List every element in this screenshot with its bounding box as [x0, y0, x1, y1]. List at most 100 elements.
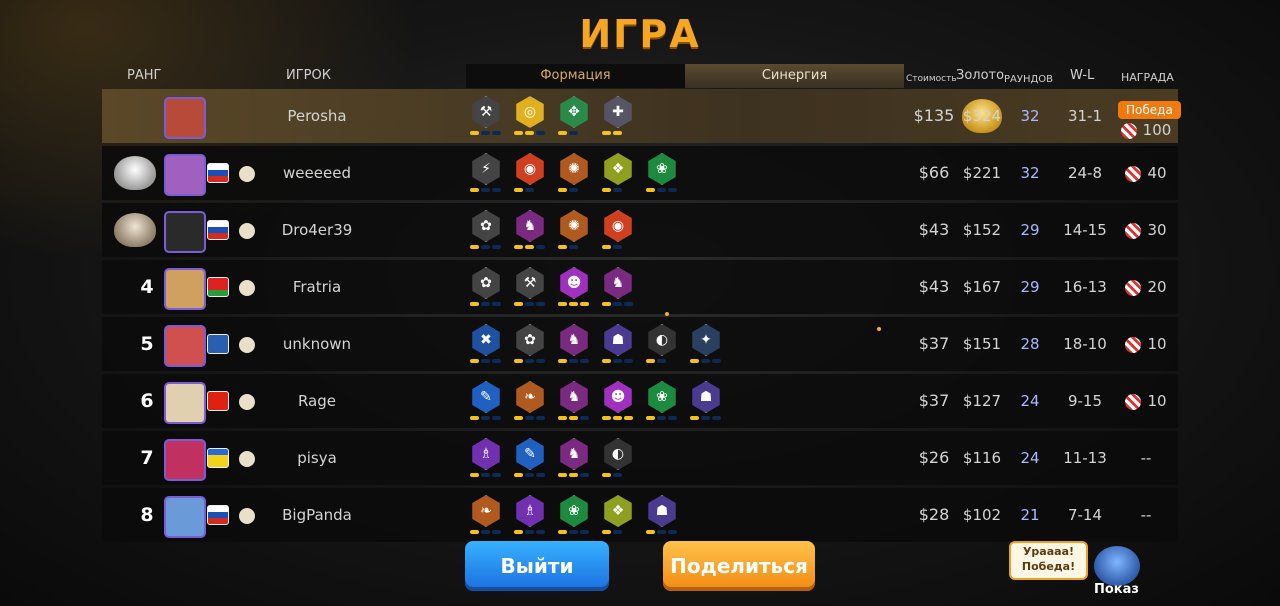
synergy-icon: ❀: [648, 381, 676, 413]
cost-value: $43: [918, 277, 950, 296]
synergy-pips: [602, 188, 634, 192]
avatar[interactable]: [164, 154, 206, 196]
tab-formation[interactable]: Формация: [466, 64, 685, 88]
avatar[interactable]: [164, 211, 206, 253]
table-row[interactable]: 5 unknown ✖ ✿ ♞ ☗ ◐ ✦ $37 $151 28 18-10 10: [102, 317, 1178, 371]
table-row[interactable]: weeeeed ⚡ ◉ ✺ ❖ ❀ $66 $221 32 24-8 40: [102, 146, 1178, 200]
synergy-badge[interactable]: ⚒: [470, 96, 502, 135]
synergy-badge[interactable]: ◐: [602, 438, 634, 477]
synergy-badge[interactable]: ❧: [470, 495, 502, 534]
synergy-badge[interactable]: ♞: [558, 438, 590, 477]
synergy-badge[interactable]: ❀: [558, 495, 590, 534]
synergy-pip: [624, 416, 633, 420]
synergy-pip: [481, 245, 490, 249]
synergy-badge[interactable]: ✥: [558, 96, 590, 135]
synergy-icon: ⚒: [516, 267, 544, 299]
player-name[interactable]: Dro4er39: [252, 203, 382, 257]
synergy-badge[interactable]: ♗: [514, 495, 546, 534]
avatar[interactable]: [164, 496, 206, 538]
speech-line-1: Урaaaa!: [1022, 545, 1075, 558]
exit-button[interactable]: Выйти: [465, 541, 609, 591]
gold-value: $152: [962, 221, 1002, 239]
show-button[interactable]: Показ: [1094, 582, 1139, 597]
synergy-badge[interactable]: ✺: [558, 210, 590, 249]
rank-number: 8: [140, 504, 154, 526]
synergy-pip: [668, 530, 677, 534]
wl-value: 9-15: [1067, 392, 1103, 410]
synergy-icon: ♗: [516, 495, 544, 527]
synergy-badge[interactable]: ◎: [514, 96, 546, 135]
synergy-pip: [569, 131, 578, 135]
table-row[interactable]: 6 Rage ✎ ❧ ♞ ☻ ❀ ☗ $37 $127 24 9-15 10: [102, 374, 1178, 428]
synergy-badge[interactable]: ✚: [602, 96, 634, 135]
synergy-badge[interactable]: ☻: [602, 381, 634, 420]
synergy-badge[interactable]: ❧: [514, 381, 546, 420]
synergy-icon: ☻: [604, 381, 632, 413]
synergy-badge[interactable]: ♗: [470, 438, 502, 477]
share-button[interactable]: Поделиться: [663, 541, 815, 591]
avatar[interactable]: [164, 439, 206, 481]
avatar[interactable]: [164, 325, 206, 367]
synergy-badge[interactable]: ❀: [646, 381, 678, 420]
synergy-badge[interactable]: ✺: [558, 153, 590, 192]
synergy-badge[interactable]: ☗: [602, 324, 634, 363]
synergy-badge[interactable]: ◐: [646, 324, 678, 363]
gold-value: $221: [962, 164, 1002, 182]
player-name[interactable]: unknown: [252, 317, 382, 371]
tab-synergy[interactable]: Синергия: [685, 64, 904, 88]
avatar[interactable]: [164, 268, 206, 310]
synergy-badge[interactable]: ◉: [602, 210, 634, 249]
synergy-badge[interactable]: ✎: [514, 438, 546, 477]
synergy-icon: ⚒: [472, 96, 500, 128]
synergy-badge[interactable]: ◉: [514, 153, 546, 192]
synergy-badge[interactable]: ⚒: [514, 267, 546, 306]
synergy-badge[interactable]: ❀: [646, 153, 678, 192]
synergy-pip: [569, 302, 578, 306]
synergy-pips: [558, 302, 590, 306]
synergy-badge[interactable]: ♞: [602, 267, 634, 306]
synergy-badge[interactable]: ♞: [514, 210, 546, 249]
player-name[interactable]: BigPanda: [252, 488, 382, 542]
player-name[interactable]: Perosha: [252, 89, 382, 143]
synergy-badge[interactable]: ❖: [602, 495, 634, 534]
mascot-icon[interactable]: [1094, 546, 1140, 586]
synergy-icon: ❖: [604, 153, 632, 185]
synergy-pips: [690, 416, 722, 420]
synergy-pips: [646, 530, 678, 534]
synergy-pip: [690, 359, 699, 363]
synergy-pip: [558, 416, 567, 420]
table-row[interactable]: 8 BigPanda ❧ ♗ ❀ ❖ ☗ $28 $102 21 7-14 --: [102, 488, 1178, 542]
country-flag-icon: [207, 505, 229, 525]
player-name[interactable]: weeeeed: [252, 146, 382, 200]
table-row[interactable]: 4 Fratria ✿ ⚒ ☻ ♞ $43 $167 29 16-13 20: [102, 260, 1178, 314]
reward-value: 100: [1142, 121, 1172, 139]
synergy-badge[interactable]: ☗: [646, 495, 678, 534]
synergy-badge[interactable]: ✖: [470, 324, 502, 363]
synergy-badge[interactable]: ✎: [470, 381, 502, 420]
synergy-pip: [580, 302, 589, 306]
player-name[interactable]: Rage: [252, 374, 382, 428]
table-row[interactable]: 7 pisya ♗ ✎ ♞ ◐ $26 $116 24 11-13 --: [102, 431, 1178, 485]
synergy-badge[interactable]: ☻: [558, 267, 590, 306]
table-row[interactable]: Perosha ⚒ ◎ ✥ ✚ $135 $324 32 31-1 Победа 100: [102, 89, 1181, 143]
synergy-badge[interactable]: ✿: [470, 210, 502, 249]
synergy-badge[interactable]: ♞: [558, 324, 590, 363]
synergy-pip: [602, 245, 611, 249]
avatar[interactable]: [164, 382, 206, 424]
player-name[interactable]: Fratria: [252, 260, 382, 314]
synergy-badge[interactable]: ⚡: [470, 153, 502, 192]
wl-value: 7-14: [1067, 506, 1103, 524]
synergy-badge[interactable]: ♞: [558, 381, 590, 420]
synergy-icon: ✺: [560, 210, 588, 242]
synergy-badge[interactable]: ✿: [470, 267, 502, 306]
synergy-pip: [602, 302, 611, 306]
synergy-badge[interactable]: ✿: [514, 324, 546, 363]
synergy-badge[interactable]: ✦: [690, 324, 722, 363]
synergy-pips: [602, 473, 634, 477]
player-name[interactable]: pisya: [252, 431, 382, 485]
table-row[interactable]: Dro4er39 ✿ ♞ ✺ ◉ $43 $152 29 14-15 30: [102, 203, 1178, 257]
avatar[interactable]: [164, 97, 206, 139]
synergy-badge[interactable]: ☗: [690, 381, 722, 420]
synergy-badge[interactable]: ❖: [602, 153, 634, 192]
rank-number: 4: [140, 276, 154, 298]
